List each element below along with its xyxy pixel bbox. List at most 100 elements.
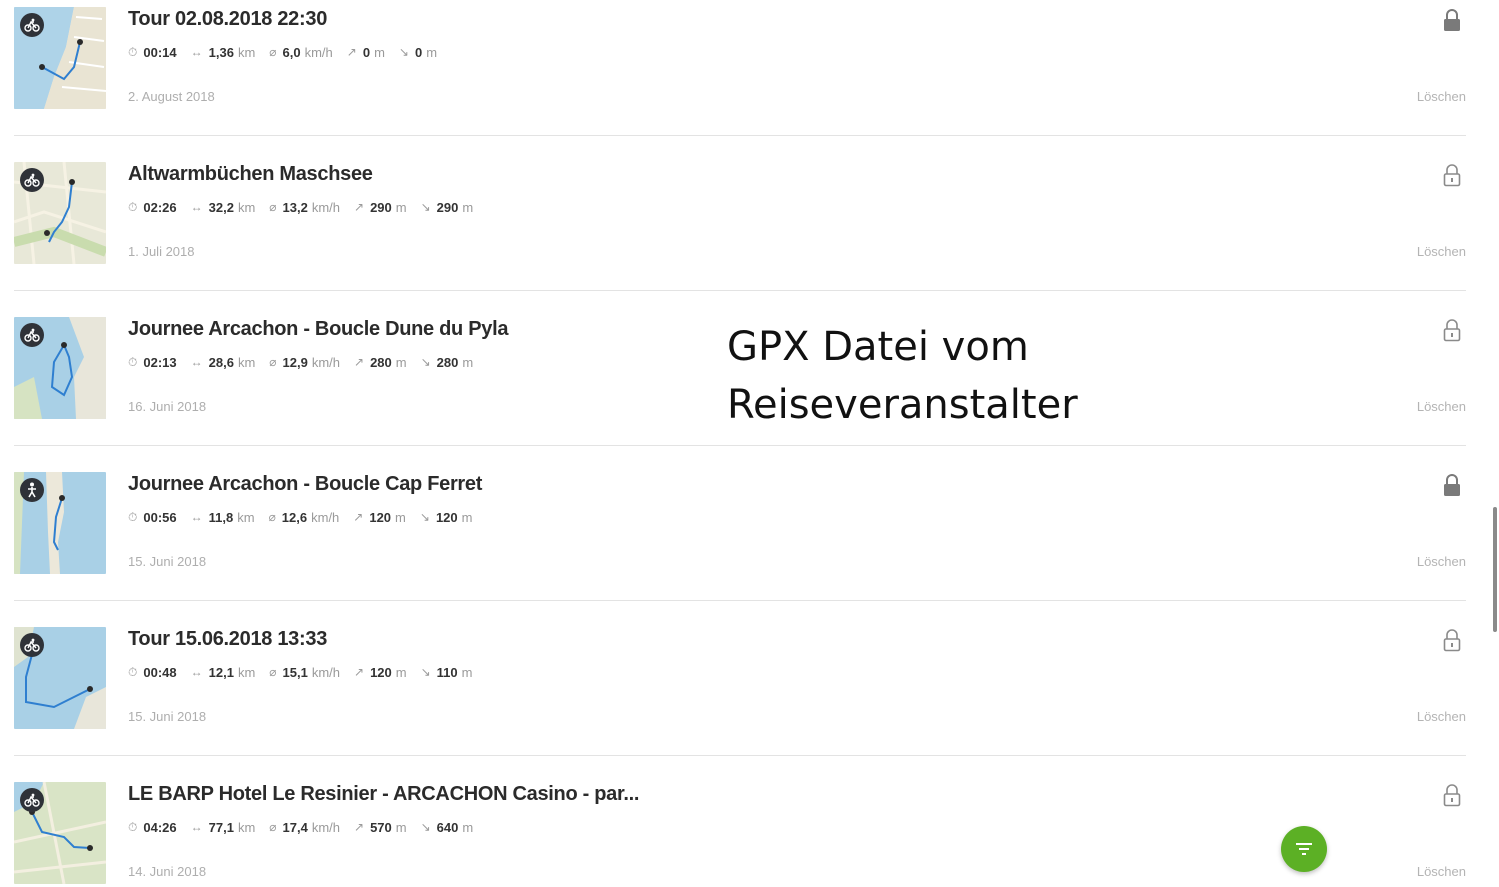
route-map-thumbnail[interactable] xyxy=(14,782,106,884)
bike-icon xyxy=(20,633,44,657)
uphill-icon: ↗ xyxy=(354,820,365,834)
distance-stat: ↔ 32,2 km xyxy=(190,199,256,215)
uphill-icon: ↗ xyxy=(354,200,365,214)
unlock-icon[interactable] xyxy=(1442,318,1462,342)
tour-item[interactable]: Tour 15.06.2018 13:33 ⏱ 00:48 ↔ 12,1 km ⌀ 15… xyxy=(0,620,1480,775)
tour-stats: ⏱ 02:26 ↔ 32,2 km ⌀ 13,2 km/h ↗ 290 m ↘ 290 m xyxy=(128,197,487,217)
tour-item[interactable]: LE BARP Hotel Le Resinier - ARCACHON Cas… xyxy=(0,775,1480,887)
divider xyxy=(14,135,1466,136)
tour-title[interactable]: Journee Arcachon - Boucle Dune du Pyla xyxy=(128,318,508,341)
distance-icon: ↔ xyxy=(190,510,203,524)
descent-stat: ↘ 110 m xyxy=(420,664,473,680)
distance-stat: ↔ 12,1 km xyxy=(190,664,256,680)
route-map-thumbnail[interactable] xyxy=(14,472,106,574)
clock-icon: ⏱ xyxy=(128,354,138,369)
filter-button[interactable] xyxy=(1281,826,1327,872)
distance-stat: ↔ 28,6 km xyxy=(190,354,256,370)
delete-button[interactable]: Löschen xyxy=(1417,244,1466,259)
tour-item[interactable]: Tour 02.08.2018 22:30 ⏱ 00:14 ↔ 1,36 km ⌀ 6,… xyxy=(0,0,1480,155)
descent-stat: ↘ 290 m xyxy=(420,199,474,215)
distance-stat: ↔ 1,36 km xyxy=(190,44,256,60)
distance-stat: ↔ 77,1 km xyxy=(190,819,256,835)
unlock-icon[interactable] xyxy=(1442,163,1462,187)
downhill-icon: ↘ xyxy=(398,45,409,59)
clock-icon: ⏱ xyxy=(128,664,138,679)
divider xyxy=(14,290,1466,291)
tour-title[interactable]: LE BARP Hotel Le Resinier - ARCACHON Cas… xyxy=(128,783,639,806)
duration-stat: ⏱ 04:26 xyxy=(128,819,177,835)
bike-icon xyxy=(20,13,44,37)
scrollbar-thumb[interactable] xyxy=(1493,507,1497,632)
bike-icon xyxy=(20,168,44,192)
tour-date: 15. Juni 2018 xyxy=(128,709,207,724)
tour-title[interactable]: Journee Arcachon - Boucle Cap Ferret xyxy=(128,473,482,496)
downhill-icon: ↘ xyxy=(420,665,431,679)
descent-stat: ↘ 120 m xyxy=(419,509,473,525)
tour-item[interactable]: Journee Arcachon - Boucle Cap Ferret ⏱ 00… xyxy=(0,465,1480,620)
uphill-icon: ↗ xyxy=(353,510,364,524)
delete-button[interactable]: Löschen xyxy=(1417,864,1466,879)
speed-icon: ⌀ xyxy=(269,200,277,214)
distance-icon: ↔ xyxy=(190,665,203,679)
annotation-line-2: Reiseveranstalter xyxy=(727,382,1078,428)
uphill-icon: ↗ xyxy=(354,355,365,369)
tour-date: 14. Juni 2018 xyxy=(128,864,207,879)
route-map-thumbnail[interactable] xyxy=(14,317,106,419)
clock-icon: ⏱ xyxy=(128,44,138,59)
divider xyxy=(14,445,1466,446)
lock-icon[interactable] xyxy=(1442,473,1462,497)
tour-stats: ⏱ 04:26 ↔ 77,1 km ⌀ 17,4 km/h ↗ 570 m ↘ 640 m xyxy=(128,817,487,837)
ascent-stat: ↗ 120 m xyxy=(353,509,406,525)
delete-button[interactable]: Löschen xyxy=(1417,554,1466,569)
speed-icon: ⌀ xyxy=(268,510,276,524)
downhill-icon: ↘ xyxy=(420,355,431,369)
descent-stat: ↘ 280 m xyxy=(420,354,474,370)
delete-button[interactable]: Löschen xyxy=(1417,89,1466,104)
hiker-icon xyxy=(20,478,44,502)
downhill-icon: ↘ xyxy=(420,200,431,214)
delete-button[interactable]: Löschen xyxy=(1417,709,1466,724)
tour-date: 15. Juni 2018 xyxy=(128,554,207,569)
clock-icon: ⏱ xyxy=(128,509,138,524)
route-map-thumbnail[interactable] xyxy=(14,7,106,109)
uphill-icon: ↗ xyxy=(346,45,357,59)
annotation-line-1: GPX Datei vom xyxy=(727,324,1029,370)
speed-stat: ⌀ 15,1 km/h xyxy=(269,664,340,680)
filter-icon xyxy=(1296,843,1312,855)
speed-stat: ⌀ 17,4 km/h xyxy=(269,819,340,835)
lock-icon[interactable] xyxy=(1442,8,1462,32)
ascent-stat: ↗ 570 m xyxy=(354,819,407,835)
ascent-stat: ↗ 0 m xyxy=(346,44,385,60)
distance-icon: ↔ xyxy=(190,200,203,214)
unlock-icon[interactable] xyxy=(1442,628,1462,652)
route-map-thumbnail[interactable] xyxy=(14,162,106,264)
speed-icon: ⌀ xyxy=(269,665,277,679)
annotation-overlay: GPX Datei vom Reiseveranstalter xyxy=(727,318,1078,434)
distance-icon: ↔ xyxy=(190,820,203,834)
tour-date: 2. August 2018 xyxy=(128,89,215,104)
speed-stat: ⌀ 12,9 km/h xyxy=(269,354,340,370)
tour-title[interactable]: Tour 15.06.2018 13:33 xyxy=(128,628,327,651)
ascent-stat: ↗ 290 m xyxy=(354,199,407,215)
descent-stat: ↘ 0 m xyxy=(398,44,438,60)
speed-stat: ⌀ 13,2 km/h xyxy=(269,199,340,215)
tour-title[interactable]: Altwarmbüchen Maschsee xyxy=(128,163,373,186)
speed-stat: ⌀ 12,6 km/h xyxy=(268,509,340,525)
tour-item[interactable]: Altwarmbüchen Maschsee ⏱ 02:26 ↔ 32,2 km ⌀ 1… xyxy=(0,155,1480,310)
duration-stat: ⏱ 00:48 xyxy=(128,664,177,680)
downhill-icon: ↘ xyxy=(420,820,431,834)
speed-icon: ⌀ xyxy=(269,820,277,834)
divider xyxy=(14,755,1466,756)
unlock-icon[interactable] xyxy=(1442,783,1462,807)
tour-title[interactable]: Tour 02.08.2018 22:30 xyxy=(128,8,327,31)
tour-date: 1. Juli 2018 xyxy=(128,244,195,259)
uphill-icon: ↗ xyxy=(354,665,365,679)
speed-icon: ⌀ xyxy=(269,45,277,59)
distance-icon: ↔ xyxy=(190,355,203,369)
downhill-icon: ↘ xyxy=(419,510,430,524)
route-map-thumbnail[interactable] xyxy=(14,627,106,729)
delete-button[interactable]: Löschen xyxy=(1417,399,1466,414)
duration-stat: ⏱ 02:13 xyxy=(128,354,177,370)
duration-stat: ⏱ 02:26 xyxy=(128,199,177,215)
distance-icon: ↔ xyxy=(190,45,203,59)
